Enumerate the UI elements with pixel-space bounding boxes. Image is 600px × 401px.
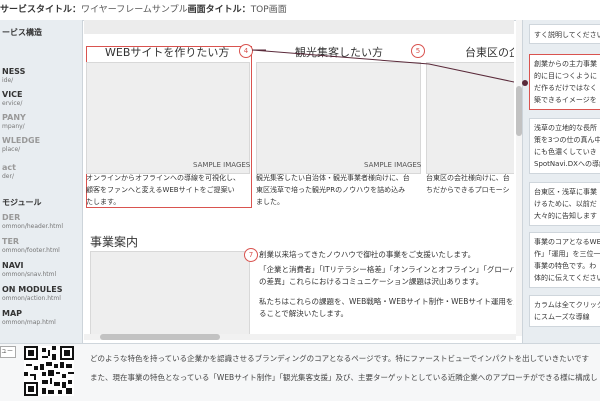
connector-dot xyxy=(522,80,528,86)
note-card[interactable]: 事業のコアとなるWEB 作」「運用」を三位一 事業の特色です。わ 体的に伝えてく… xyxy=(529,232,600,288)
sidebar-module-map[interactable]: MAP xyxy=(2,309,22,318)
sidebar-module-snav[interactable]: NAVI xyxy=(2,261,24,270)
sidebar-module-footer[interactable]: TER xyxy=(2,237,19,246)
sidebar-module-header[interactable]: DER xyxy=(2,213,20,222)
sidebar-item-path: mpany/ xyxy=(2,123,25,130)
page-title-label: 画面タイトル： xyxy=(187,5,251,15)
horizontal-scrollbar-thumb[interactable] xyxy=(100,334,220,340)
sidebar-module-path: ommon/map.html xyxy=(2,319,56,326)
sidebar: ービス構造 NESS ide/ VICE ervice/ PANY mpany/… xyxy=(0,20,83,343)
annotation-badge-7[interactable]: 7 xyxy=(244,248,258,262)
note-card[interactable]: 浅草の立地的な長所 策を3つの仕の真ん中 にも色濃くしていき SpotNavi.… xyxy=(529,118,600,174)
sidebar-module-action[interactable]: ON MODULES xyxy=(2,285,63,294)
sidebar-item-path: place/ xyxy=(2,146,21,153)
site-title-label: サービスタイトル： xyxy=(0,5,82,15)
sidebar-module-path: ommon/header.html xyxy=(2,223,64,230)
sidebar-item-company[interactable]: PANY xyxy=(2,113,26,122)
qr-code-icon xyxy=(24,346,74,396)
sidebar-item-path: der/ xyxy=(2,173,14,180)
business-lead: 創業以来培ってきたノウハウで御社の事業をご支援いたします。 xyxy=(259,250,476,259)
wireframe-canvas: WEBサイトを作りたい方 SAMPLE IMAGES オンラインからオフラインへ… xyxy=(84,20,514,336)
header-bar: サービスタイトル：ワイヤーフレームサンプル画面タイトル：TOP画面 xyxy=(0,0,600,21)
sidebar-item-contact[interactable]: act xyxy=(2,163,16,172)
sidebar-section-title: ービス構造 xyxy=(2,28,42,37)
business-body: 「企業と消費者」「ITリテラシー格差」「オンラインとオフライン」「グローバ の差… xyxy=(259,265,514,318)
sidebar-item-path: ide/ xyxy=(2,77,14,84)
sidebar-item-knowledge[interactable]: WLEDGE xyxy=(2,136,40,145)
sidebar-item-service[interactable]: VICE xyxy=(2,90,23,99)
site-title-value: ワイヤーフレームサンプル xyxy=(81,5,188,15)
sidebar-module-path: ommon/footer.html xyxy=(2,247,60,254)
note-card[interactable]: 台東区・浅草に事業 けるために、以前だ 大々的に告知します xyxy=(529,182,600,226)
business-image-placeholder xyxy=(90,251,250,336)
sidebar-section-title: モジュール xyxy=(2,198,42,207)
notes-panel: すく説明してください 創業からの主力事業 的に目につくように だ作るだけではなく… xyxy=(522,20,600,343)
sidebar-item-path: ervice/ xyxy=(2,100,23,107)
sidebar-module-path: ommon/snav.html xyxy=(2,271,57,278)
sidebar-module-path: ommon/action.html xyxy=(2,295,61,302)
note-card[interactable]: すく説明してください xyxy=(529,24,600,44)
section-heading-business: 事業案内 xyxy=(90,235,139,249)
description-line: また、現在事業の特色となっている「WEBサイト制作」「観光集客支援」及び、主要タ… xyxy=(90,373,598,382)
sidebar-item-business[interactable]: NESS xyxy=(2,67,25,76)
qr-label: ュー xyxy=(0,346,16,358)
note-card[interactable]: カラムは全てクリック にスムーズな導線 xyxy=(529,295,600,327)
description-line: どのような特色を持っている企業かを認識させるブランディングのコアとなるページです… xyxy=(90,354,590,363)
page-title-value: TOP画面 xyxy=(250,5,287,15)
note-card-selected[interactable]: 創業からの主力事業 的に目につくように だ作るだけではなく 築できるイメージを xyxy=(529,54,600,110)
